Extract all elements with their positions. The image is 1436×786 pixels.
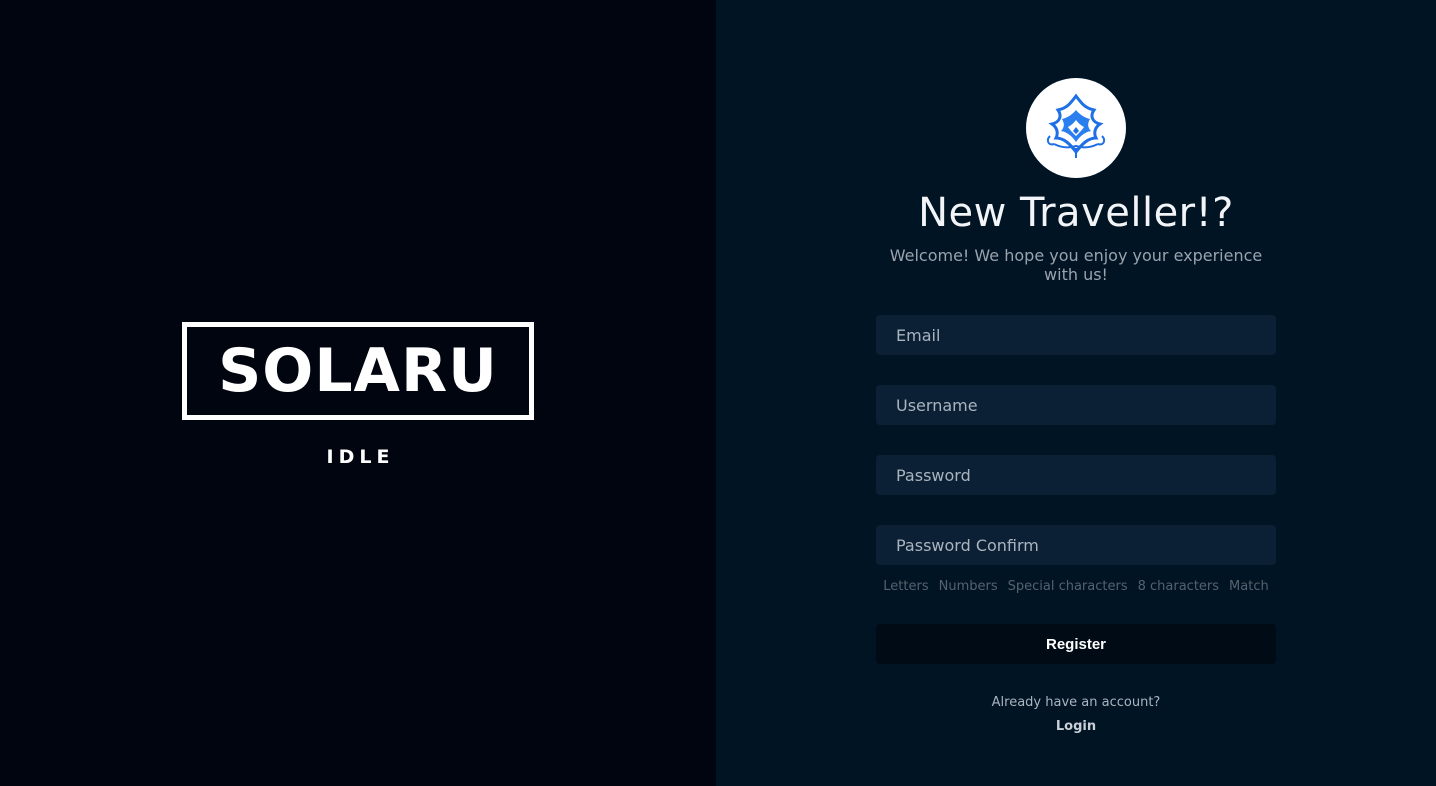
password-rules: Letters Numbers Special characters 8 cha…	[876, 579, 1276, 594]
register-button[interactable]: Register	[876, 624, 1276, 664]
logo-subtext: IDLE	[326, 446, 395, 468]
already-account-text: Already have an account?	[991, 695, 1161, 710]
logo: SOLARU	[182, 322, 534, 420]
password-confirm-field[interactable]	[876, 525, 1276, 565]
username-field[interactable]	[876, 385, 1276, 425]
register-form: Letters Numbers Special characters 8 cha…	[876, 315, 1276, 664]
rule-match: Match	[1229, 579, 1269, 594]
rule-letters: Letters	[883, 579, 929, 594]
rule-8-characters: 8 characters	[1137, 579, 1220, 594]
email-field[interactable]	[876, 315, 1276, 355]
welcome-subtitle: Welcome! We hope you enjoy your experien…	[889, 246, 1263, 284]
page: SOLARU IDLE New Traveller!? Welcome! We …	[0, 0, 1436, 786]
rule-numbers: Numbers	[938, 579, 998, 594]
brand-panel: SOLARU IDLE	[0, 0, 716, 786]
logo-text: SOLARU	[218, 336, 498, 406]
rule-special-characters: Special characters	[1007, 579, 1128, 594]
login-link[interactable]: Login	[1056, 719, 1096, 734]
register-panel: New Traveller!? Welcome! We hope you enj…	[716, 0, 1436, 786]
password-field[interactable]	[876, 455, 1276, 495]
page-title: New Traveller!?	[918, 190, 1234, 236]
lotus-emblem-icon	[1026, 78, 1126, 178]
